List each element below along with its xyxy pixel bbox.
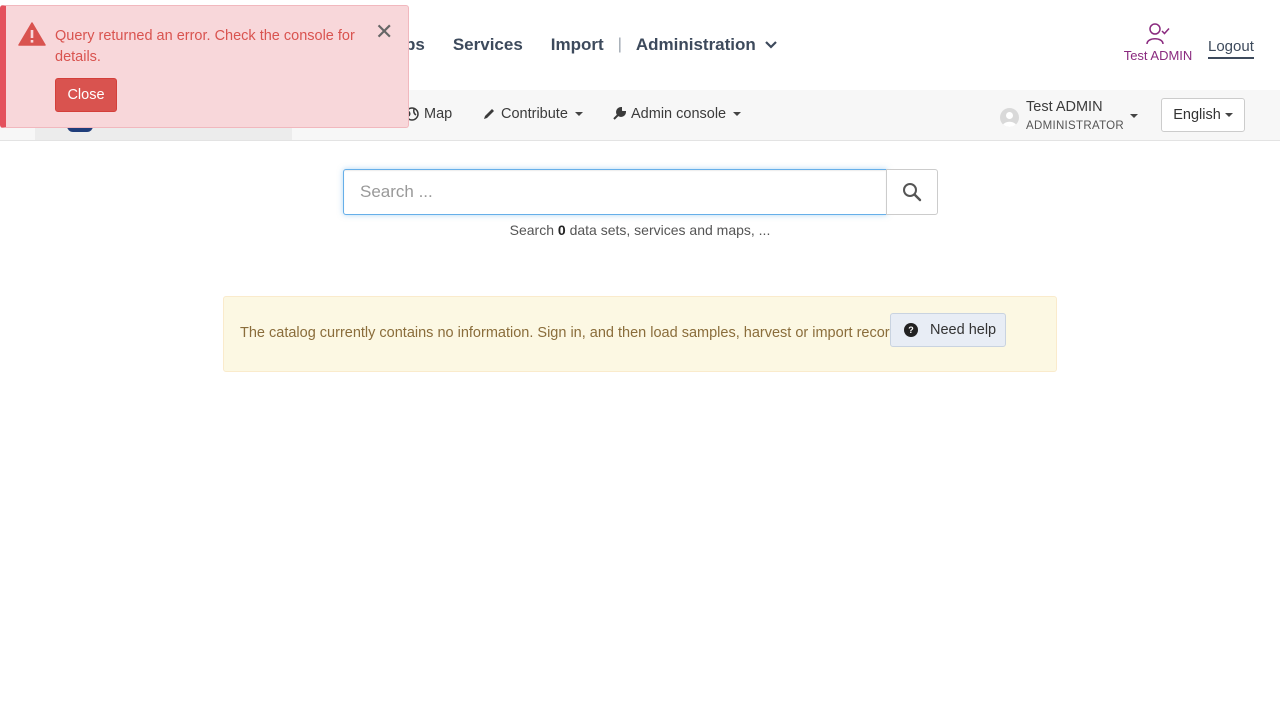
avatar-icon [1002,112,1017,127]
user-profile-link[interactable]: Test ADMIN [1118,22,1198,63]
nav-separator: | [617,36,622,53]
nav-admin-console-label: Admin console [631,106,727,122]
top-nav-item-import[interactable]: Import [551,35,604,55]
search-hint-suffix: data sets, services and maps, ... [569,222,771,238]
need-help-label: Need help [930,322,997,338]
nav-admin-console[interactable]: Admin console [612,106,742,122]
need-help-button[interactable]: ? Need help [890,313,1006,347]
nav-user-name: Test ADMIN [1026,99,1103,115]
user-check-icon [1146,23,1170,45]
chevron-down-icon [765,41,777,49]
empty-catalog-alert: The catalog currently contains no inform… [223,296,1057,372]
nav-contribute[interactable]: Contribute [482,106,583,122]
nav-user-role: ADMINISTRATOR [1026,120,1125,132]
caret-down-icon [574,112,583,116]
nav-contribute-label: Contribute [501,106,568,122]
avatar [1000,108,1019,127]
nav-map[interactable]: Map [405,106,452,122]
wrench-icon [613,107,626,120]
user-name-label: Test ADMIN [1123,48,1193,63]
pencil-icon [484,109,494,119]
caret-down-icon [1224,113,1233,117]
top-nav-item-services[interactable]: Services [453,35,523,55]
top-nav: ps Services Import | Administration [405,34,805,56]
search-hint: Search 0 data sets, services and maps, .… [0,222,1280,238]
search-icon [903,183,922,202]
search-hint-prefix: Search [509,222,554,238]
close-icon[interactable]: ✕ [375,21,393,43]
top-nav-item-administration[interactable]: Administration [636,35,777,55]
language-label: English [1173,107,1221,123]
search-input[interactable] [343,169,887,215]
error-message: Query returned an error. Check the conso… [55,28,355,65]
error-toast: Query returned an error. Check the conso… [0,5,409,128]
warning-icon [18,22,46,46]
question-circle-icon: ? [904,323,918,337]
search-button[interactable] [886,169,938,215]
logout-link[interactable]: Logout [1208,38,1254,59]
caret-down-icon [733,112,742,116]
caret-down-icon [1130,114,1138,118]
search-hint-count: 0 [557,222,566,238]
close-button[interactable]: Close [55,78,117,112]
administration-label: Administration [635,35,756,54]
empty-catalog-message: The catalog currently contains no inform… [240,325,909,341]
nav-map-label: Map [424,106,453,122]
language-select[interactable]: English [1161,98,1245,132]
